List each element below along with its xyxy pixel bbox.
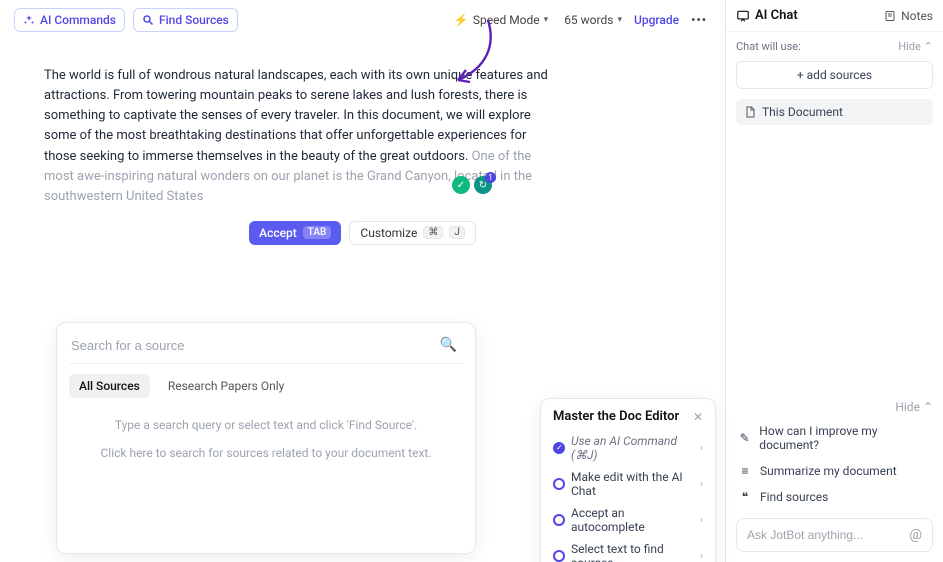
badge-refresh-icon[interactable]: ↻ 1 bbox=[474, 176, 492, 194]
chat-icon bbox=[736, 9, 750, 23]
step-label: Use an AI Command (⌘J) bbox=[571, 434, 694, 462]
tutorial-step[interactable]: Select text to find sources › bbox=[553, 538, 703, 562]
suggestion-label: Find sources bbox=[760, 490, 828, 504]
accept-label: Accept bbox=[259, 226, 297, 240]
search-empty-state: Type a search query or select text and c… bbox=[69, 408, 463, 543]
tutorial-step[interactable]: Accept an autocomplete › bbox=[553, 502, 703, 538]
sparkle-icon bbox=[23, 14, 35, 26]
upgrade-link[interactable]: Upgrade bbox=[634, 13, 679, 27]
tab-key-badge: TAB bbox=[303, 226, 332, 239]
mention-icon[interactable]: @ bbox=[909, 527, 922, 543]
suggestion-label: Summarize my document bbox=[760, 464, 897, 478]
search-icon[interactable]: 🔍 bbox=[436, 337, 461, 353]
hide-sources-toggle[interactable]: Hide ⌃ bbox=[898, 40, 933, 53]
accept-button[interactable]: Accept TAB bbox=[249, 221, 341, 245]
suggestion-label: How can I improve my document? bbox=[759, 424, 931, 452]
speed-mode-dropdown[interactable]: ⚡ Speed Mode ▾ bbox=[450, 11, 552, 29]
quote-icon: ❝ bbox=[738, 490, 752, 504]
tutorial-step[interactable]: Make edit with the AI Chat › bbox=[553, 466, 703, 502]
grammar-badges: ✓ ↻ 1 bbox=[452, 176, 492, 194]
ai-commands-button[interactable]: AI Commands bbox=[14, 8, 125, 32]
tutorial-step[interactable]: Use an AI Command (⌘J) › bbox=[553, 430, 703, 466]
tab-research-papers[interactable]: Research Papers Only bbox=[158, 374, 295, 398]
ai-commands-label: AI Commands bbox=[40, 13, 116, 27]
speed-mode-label: Speed Mode bbox=[473, 13, 540, 27]
hide-label: Hide bbox=[898, 40, 921, 53]
source-search-panel: 🔍 All Sources Research Papers Only Type … bbox=[56, 322, 476, 554]
chat-input-container: @ bbox=[736, 518, 933, 552]
chevron-down-icon: ▾ bbox=[544, 15, 549, 25]
hide-label: Hide bbox=[895, 400, 920, 414]
chevron-right-icon: › bbox=[700, 443, 703, 454]
step-label: Accept an autocomplete bbox=[571, 506, 694, 534]
word-count-dropdown[interactable]: 65 words ▾ bbox=[560, 11, 626, 29]
tutorial-card: Master the Doc Editor ✕ Use an AI Comman… bbox=[540, 398, 716, 562]
add-sources-button[interactable]: + add sources bbox=[736, 61, 933, 89]
step-label: Select text to find sources bbox=[571, 542, 694, 562]
step-todo-icon bbox=[553, 478, 565, 490]
chat-will-use-label: Chat will use: bbox=[736, 40, 801, 53]
collapse-icon: ⌃ bbox=[923, 400, 933, 414]
close-icon[interactable]: ✕ bbox=[693, 410, 703, 424]
find-sources-label: Find Sources bbox=[159, 13, 229, 27]
notes-toggle[interactable]: Notes bbox=[884, 9, 933, 23]
find-sources-button[interactable]: Find Sources bbox=[133, 8, 238, 32]
bolt-icon: ⚡ bbox=[454, 13, 469, 27]
tab-all-sources[interactable]: All Sources bbox=[69, 374, 150, 398]
source-this-document[interactable]: This Document bbox=[736, 99, 933, 125]
step-todo-icon bbox=[553, 550, 565, 562]
collapse-icon: ⌃ bbox=[924, 40, 933, 53]
document-body[interactable]: The world is full of wondrous natural la… bbox=[0, 40, 600, 207]
chevron-down-icon: ▾ bbox=[617, 15, 622, 25]
badge-check-icon[interactable]: ✓ bbox=[452, 176, 470, 194]
more-menu-button[interactable]: ••• bbox=[687, 11, 711, 29]
customize-label: Customize bbox=[360, 226, 417, 240]
step-label: Make edit with the AI Chat bbox=[571, 470, 694, 498]
chevron-right-icon: › bbox=[700, 479, 703, 490]
j-key-icon: J bbox=[449, 226, 465, 239]
suggestion-find-sources[interactable]: ❝ Find sources bbox=[736, 484, 933, 510]
document-icon bbox=[744, 105, 756, 119]
empty-line-2[interactable]: Click here to search for sources related… bbox=[100, 446, 431, 460]
step-done-icon bbox=[553, 442, 565, 454]
chat-title-label: AI Chat bbox=[755, 8, 798, 23]
tutorial-title: Master the Doc Editor bbox=[553, 409, 679, 424]
badge-count: 1 bbox=[485, 172, 496, 183]
suggestion-summarize[interactable]: ≡ Summarize my document bbox=[736, 458, 933, 484]
this-document-label: This Document bbox=[762, 105, 843, 119]
chevron-right-icon: › bbox=[700, 515, 703, 526]
chevron-right-icon: › bbox=[700, 551, 703, 562]
notes-icon bbox=[884, 10, 896, 22]
suggestion-improve[interactable]: ✎ How can I improve my document? bbox=[736, 418, 933, 458]
notes-label: Notes bbox=[901, 9, 933, 23]
search-icon bbox=[142, 14, 154, 26]
chat-header-title: AI Chat bbox=[736, 8, 798, 23]
chat-input[interactable] bbox=[747, 528, 903, 542]
cmd-key-icon: ⌘ bbox=[423, 226, 443, 239]
list-icon: ≡ bbox=[738, 464, 752, 478]
step-todo-icon bbox=[553, 514, 565, 526]
tutorial-steps: Use an AI Command (⌘J) › Make edit with … bbox=[553, 430, 703, 562]
hide-suggestions-toggle[interactable]: Hide ⌃ bbox=[895, 400, 933, 414]
word-count-label: 65 words bbox=[564, 13, 613, 27]
empty-line-1: Type a search query or select text and c… bbox=[115, 418, 417, 432]
wand-icon: ✎ bbox=[738, 431, 751, 445]
source-search-input[interactable] bbox=[71, 338, 436, 353]
customize-button[interactable]: Customize ⌘ J bbox=[349, 221, 475, 245]
prompt-suggestions: ✎ How can I improve my document? ≡ Summa… bbox=[726, 418, 943, 510]
